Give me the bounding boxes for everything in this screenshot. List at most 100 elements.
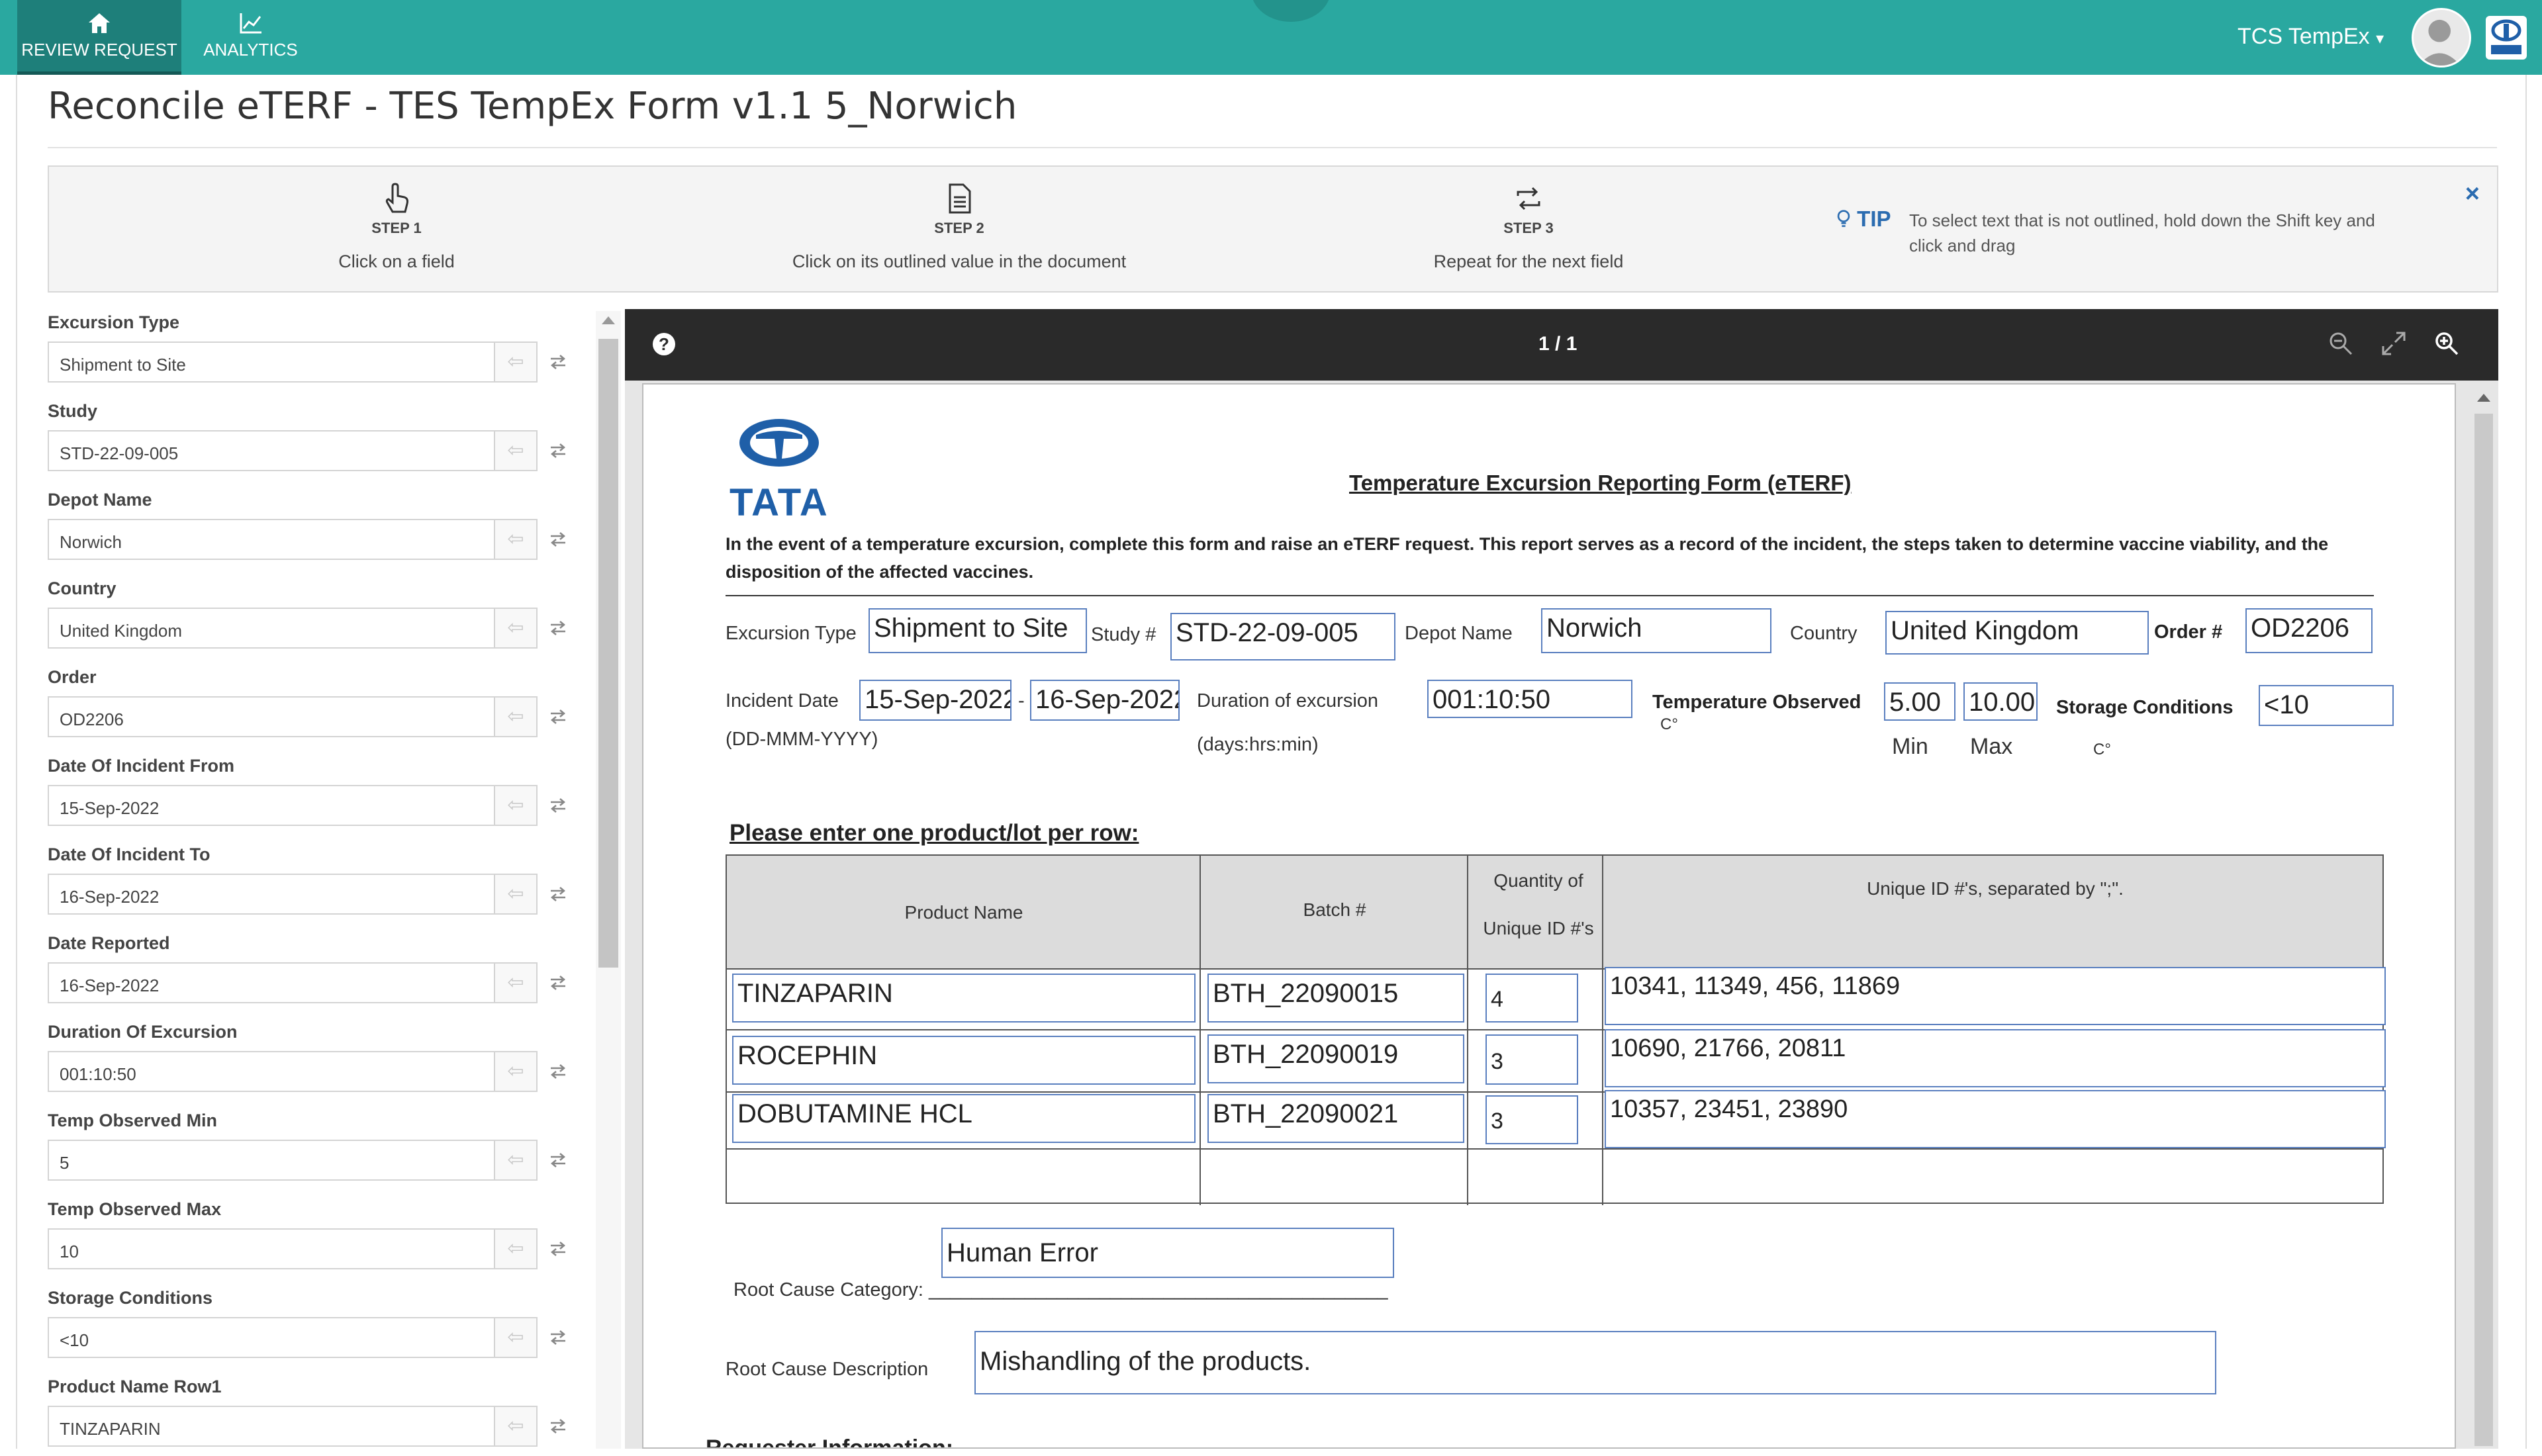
swap-icon[interactable] xyxy=(548,618,568,638)
nav-analytics[interactable]: ANALYTICS xyxy=(183,0,318,75)
document-scrollbar[interactable] xyxy=(2469,383,2496,1449)
value-order[interactable]: OD2206 xyxy=(2245,608,2373,653)
value-duration[interactable]: 001:10:50 xyxy=(1427,680,1632,718)
temp-unit: C° xyxy=(1660,715,1678,733)
zoom-in-icon[interactable] xyxy=(2432,329,2461,358)
swap-icon[interactable] xyxy=(548,529,568,549)
row1-ids[interactable]: 10341, 11349, 456, 11869 xyxy=(1605,967,2386,1025)
close-icon[interactable]: × xyxy=(2465,180,2480,208)
arrow-left-icon[interactable]: ⇦ xyxy=(495,608,538,649)
arrow-left-icon[interactable]: ⇦ xyxy=(495,962,538,1003)
form-field-study: Study STD-22-09-005 ⇦ xyxy=(48,394,577,480)
arrow-left-icon[interactable]: ⇦ xyxy=(495,341,538,383)
swap-icon[interactable] xyxy=(548,973,568,993)
value-date-to[interactable]: 16-Sep-2022 xyxy=(1030,680,1180,721)
document-intro: In the event of a temperature excursion,… xyxy=(726,534,2329,582)
row3-ids[interactable]: 10357, 23451, 23890 xyxy=(1605,1090,2386,1148)
field-input-date-of-incident-from[interactable]: 15-Sep-2022 xyxy=(48,785,495,826)
swap-icon[interactable] xyxy=(548,707,568,727)
form-scrollbar[interactable] xyxy=(596,311,621,1449)
row2-ids[interactable]: 10690, 21766, 20811 xyxy=(1605,1029,2386,1087)
document-page: TATA Temperature Excursion Reporting For… xyxy=(642,383,2456,1449)
label-duration-format: (days:hrs:min) xyxy=(1197,734,1319,755)
form-field-date-reported: Date Reported 16-Sep-2022 ⇦ xyxy=(48,927,577,1013)
help-icon[interactable]: ? xyxy=(653,333,675,355)
field-input-duration-of-excursion[interactable]: 001:10:50 xyxy=(48,1051,495,1092)
scroll-up-arrow-icon[interactable] xyxy=(602,316,615,324)
swap-icon[interactable] xyxy=(548,1150,568,1170)
field-input-date-of-incident-to[interactable]: 16-Sep-2022 xyxy=(48,874,495,915)
row3-qty[interactable]: 3 xyxy=(1485,1095,1578,1144)
step-2-number: STEP 2 xyxy=(934,220,984,236)
value-country[interactable]: United Kingdom xyxy=(1885,611,2149,655)
label-storage: Storage Conditions xyxy=(2056,697,2234,718)
form-field-date-of-incident-to: Date Of Incident To 16-Sep-2022 ⇦ xyxy=(48,838,577,924)
page-title: Reconcile eTERF - TES TempEx Form v1.1 5… xyxy=(48,85,1017,128)
swap-icon[interactable] xyxy=(548,1239,568,1259)
user-menu[interactable]: TCS TempEx ▾ xyxy=(2237,24,2384,50)
field-input-order[interactable]: OD2206 xyxy=(48,696,495,737)
value-root-cause-description[interactable]: Mishandling of the products. xyxy=(974,1331,2216,1394)
field-input-temp-observed-max[interactable]: 10 xyxy=(48,1228,495,1269)
fit-page-icon[interactable] xyxy=(2379,329,2408,358)
value-excursion-type[interactable]: Shipment to Site xyxy=(869,608,1087,653)
field-input-date-reported[interactable]: 16-Sep-2022 xyxy=(48,962,495,1003)
field-input-temp-observed-min[interactable]: 5 xyxy=(48,1140,495,1181)
arrow-left-icon[interactable]: ⇦ xyxy=(495,1228,538,1269)
swap-icon[interactable] xyxy=(548,1416,568,1436)
avatar[interactable] xyxy=(2412,8,2471,68)
field-label-duration-of-excursion: Duration Of Excursion xyxy=(48,1022,238,1042)
arrow-left-icon[interactable]: ⇦ xyxy=(495,1140,538,1181)
field-input-product-name-row1[interactable]: TINZAPARIN xyxy=(48,1406,495,1447)
zoom-out-icon[interactable] xyxy=(2326,329,2355,358)
row3-product[interactable]: DOBUTAMINE HCL xyxy=(732,1094,1196,1143)
swap-icon[interactable] xyxy=(548,884,568,904)
arrow-left-icon[interactable]: ⇦ xyxy=(495,1317,538,1358)
requester-heading: Requester Information: xyxy=(706,1435,954,1449)
arrow-left-icon[interactable]: ⇦ xyxy=(495,874,538,915)
field-input-country[interactable]: United Kingdom xyxy=(48,608,495,649)
value-date-from[interactable]: 15-Sep-2022 xyxy=(859,680,1012,721)
row2-product[interactable]: ROCEPHIN xyxy=(732,1036,1196,1085)
swap-icon[interactable] xyxy=(548,441,568,461)
document-title: Temperature Excursion Reporting Form (eT… xyxy=(1349,471,1852,495)
nav-review-request[interactable]: REVIEW REQUEST xyxy=(17,0,181,75)
field-input-depot-name[interactable]: Norwich xyxy=(48,519,495,560)
scroll-up-arrow-icon[interactable] xyxy=(2477,394,2490,402)
arrow-left-icon[interactable]: ⇦ xyxy=(495,430,538,471)
tata-logo xyxy=(2486,16,2527,60)
value-temp-max[interactable]: 10.00 xyxy=(1963,682,2038,721)
arrow-left-icon[interactable]: ⇦ xyxy=(495,696,538,737)
swap-icon[interactable] xyxy=(548,1062,568,1081)
step-3-text: Repeat for the next field xyxy=(1433,251,1624,271)
row2-qty[interactable]: 3 xyxy=(1485,1034,1578,1085)
form-field-temp-observed-min: Temp Observed Min 5 ⇦ xyxy=(48,1104,577,1190)
field-input-storage-conditions[interactable]: <10 xyxy=(48,1317,495,1358)
value-depot[interactable]: Norwich xyxy=(1541,608,1771,653)
field-input-excursion-type[interactable]: Shipment to Site xyxy=(48,341,495,383)
swap-icon[interactable] xyxy=(548,796,568,815)
field-label-product-name-row1: Product Name Row1 xyxy=(48,1377,222,1396)
row1-product[interactable]: TINZAPARIN xyxy=(732,974,1196,1023)
arrow-left-icon[interactable]: ⇦ xyxy=(495,1406,538,1447)
arrow-left-icon[interactable]: ⇦ xyxy=(495,785,538,826)
scrollbar-thumb[interactable] xyxy=(598,339,618,968)
label-incident-date: Incident Date xyxy=(726,690,839,711)
arrow-left-icon[interactable]: ⇦ xyxy=(495,1051,538,1092)
value-temp-min[interactable]: 5.00 xyxy=(1884,682,1955,721)
field-input-study[interactable]: STD-22-09-005 xyxy=(48,430,495,471)
label-depot: Depot Name xyxy=(1405,623,1513,644)
value-root-cause-category[interactable]: Human Error xyxy=(941,1228,1394,1278)
value-storage[interactable]: <10 xyxy=(2259,685,2394,726)
scrollbar-thumb[interactable] xyxy=(2474,414,2493,1446)
row2-batch[interactable]: BTH_22090019 xyxy=(1207,1034,1464,1083)
field-label-date-of-incident-from: Date Of Incident From xyxy=(48,756,235,776)
row1-batch[interactable]: BTH_22090015 xyxy=(1207,974,1464,1023)
row1-qty[interactable]: 4 xyxy=(1485,974,1578,1023)
header-notch-decoration xyxy=(1251,0,1331,22)
arrow-left-icon[interactable]: ⇦ xyxy=(495,519,538,560)
swap-icon[interactable] xyxy=(548,1328,568,1347)
value-study[interactable]: STD-22-09-005 xyxy=(1170,613,1395,660)
row3-batch[interactable]: BTH_22090021 xyxy=(1207,1094,1464,1143)
swap-icon[interactable] xyxy=(548,352,568,372)
